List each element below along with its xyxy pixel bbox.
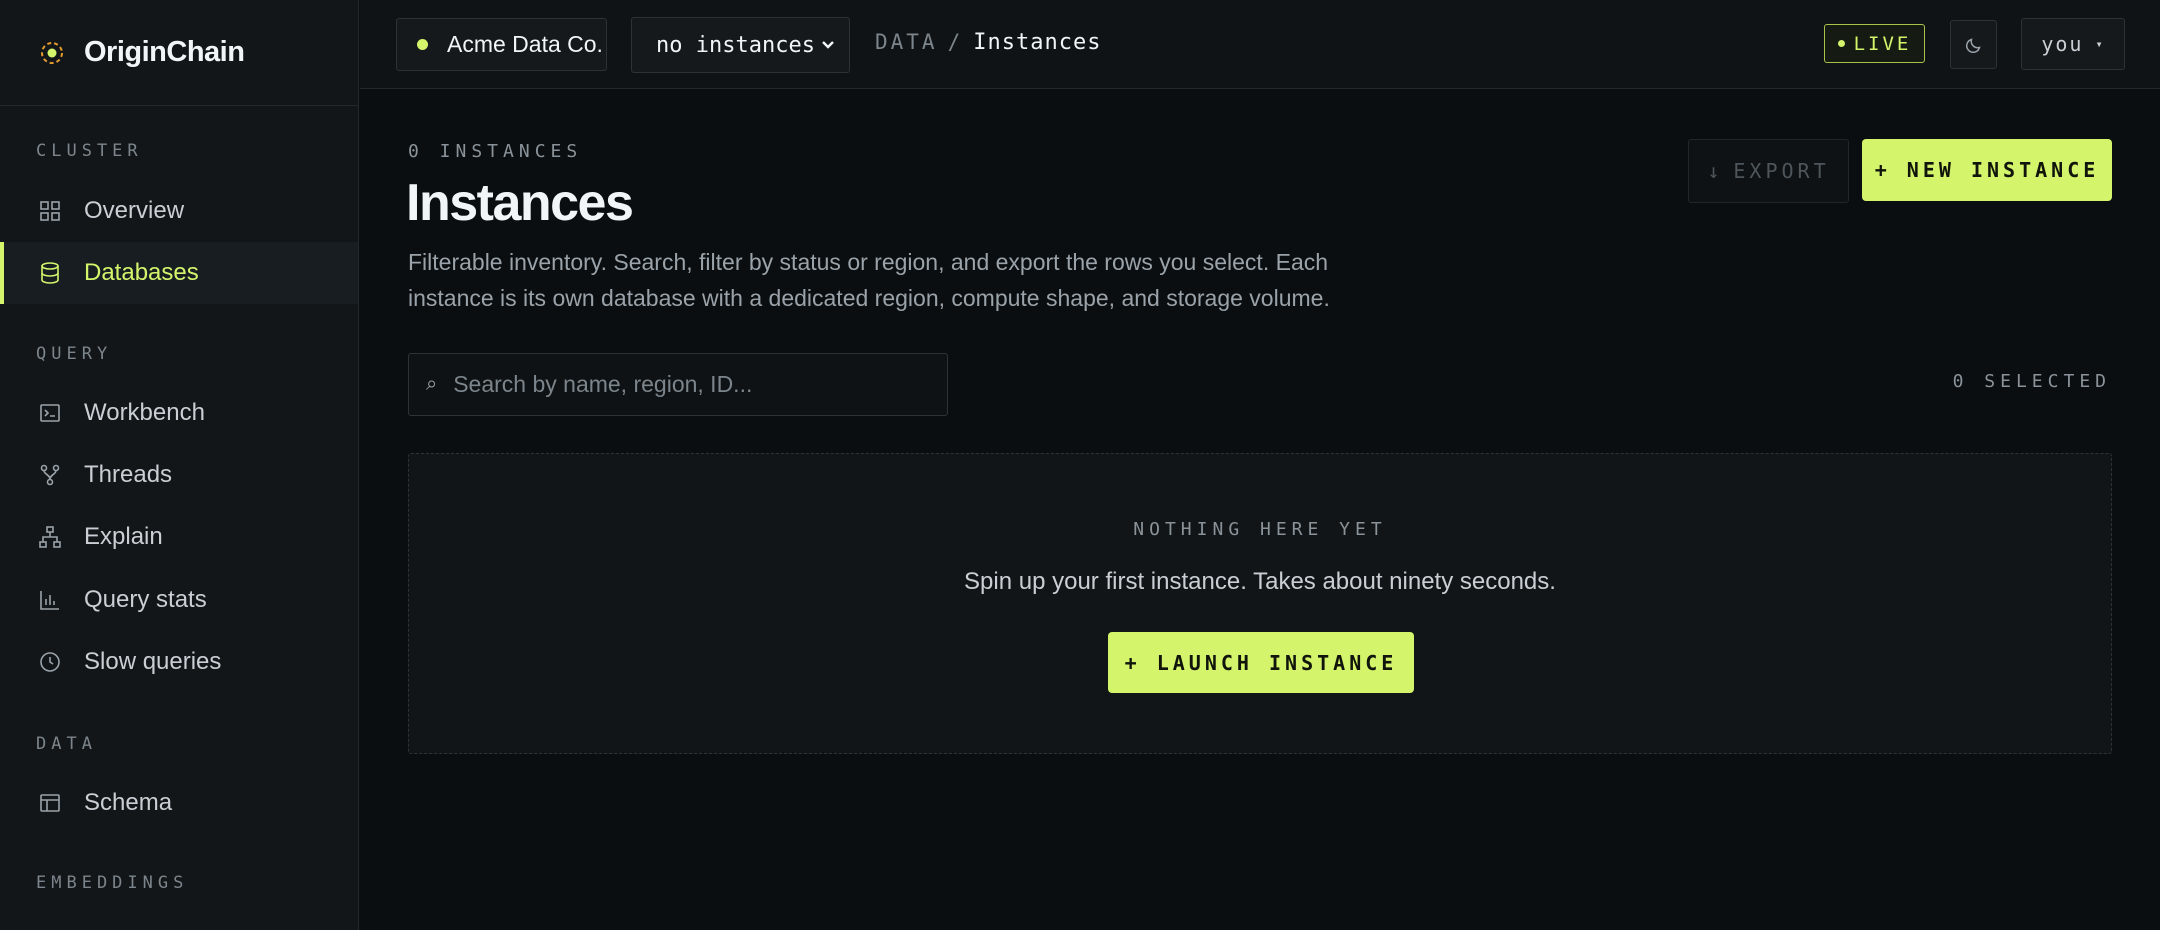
live-badge: LIVE <box>1824 24 1925 63</box>
org-switcher[interactable]: Acme Data Co. <box>396 18 607 71</box>
org-name: Acme Data Co. <box>447 31 603 57</box>
chevron-down-icon <box>822 41 834 49</box>
branch-icon <box>40 464 60 486</box>
user-label: you <box>2041 32 2084 56</box>
launch-instance-button[interactable]: + LAUNCH INSTANCE <box>1108 632 1414 693</box>
search-icon: ⌕ <box>426 373 438 395</box>
section-label-data: DATA <box>36 734 97 754</box>
sidebar-item-label: Threads <box>84 461 173 488</box>
empty-state-text: Spin up your first instance. Takes about… <box>964 568 1556 595</box>
live-dot <box>1837 40 1845 47</box>
instance-select-value: no instances <box>656 32 815 58</box>
clock-icon <box>40 652 60 672</box>
empty-state: NOTHING HERE YET Spin up your first inst… <box>408 453 2112 754</box>
database-icon <box>41 262 59 284</box>
sidebar-item-overview[interactable]: Overview <box>0 180 358 242</box>
sidebar-item-label: Overview <box>84 197 185 224</box>
terminal-icon <box>40 404 60 422</box>
breadcrumb-parent[interactable]: DATA <box>875 30 938 54</box>
sidebar-item-workbench[interactable]: Workbench <box>0 382 358 444</box>
sidebar-item-label: Explain <box>84 523 163 550</box>
sidebar-item-label: Workbench <box>84 399 205 426</box>
sidebar: OriginChain CLUSTER Overview Databases Q… <box>0 0 359 930</box>
export-button[interactable]: ↓ EXPORT <box>1688 139 1849 203</box>
brand-name: OriginChain <box>84 36 245 68</box>
breadcrumb-current: Instances <box>973 30 1102 55</box>
sidebar-item-label: Schema <box>84 789 173 816</box>
hierarchy-icon <box>39 526 61 548</box>
breadcrumb-separator: / <box>947 30 964 54</box>
page-description: Filterable inventory. Search, filter by … <box>408 249 1330 311</box>
brand[interactable]: OriginChain <box>0 0 358 106</box>
sidebar-item-label: Slow queries <box>84 648 222 675</box>
sidebar-item-query-stats[interactable]: Query stats <box>0 569 358 631</box>
selected-count: 0 SELECTED <box>1952 371 2111 392</box>
topbar: Acme Data Co. no instances DATA / Instance… <box>360 0 2160 89</box>
section-label-query: QUERY <box>36 344 113 364</box>
bar-chart-icon <box>40 591 59 610</box>
theme-toggle-button[interactable] <box>1950 20 1997 69</box>
sidebar-item-label: Databases <box>84 259 199 286</box>
page-title: Instances <box>406 174 634 232</box>
download-icon: ↓ <box>1707 159 1720 183</box>
sidebar-item-schema[interactable]: Schema <box>0 772 358 834</box>
breadcrumb: DATA / Instances <box>875 30 1101 55</box>
live-label: LIVE <box>1853 32 1912 55</box>
search-input[interactable] <box>453 371 934 398</box>
search-box[interactable]: ⌕ <box>408 353 948 416</box>
caret-down-icon: ▾ <box>2095 37 2105 51</box>
section-label-cluster: CLUSTER <box>36 141 143 161</box>
sidebar-item-threads[interactable]: Threads <box>0 444 358 506</box>
logo-icon <box>41 41 63 64</box>
sidebar-item-slow-queries[interactable]: Slow queries <box>0 631 358 693</box>
org-status-dot <box>417 39 428 50</box>
section-label-embeddings: EMBEDDINGS <box>36 873 189 893</box>
sidebar-item-databases[interactable]: Databases <box>0 242 358 304</box>
sidebar-item-label: Query stats <box>84 586 207 613</box>
table-icon <box>40 794 60 812</box>
moon-icon <box>1965 37 1981 53</box>
new-instance-button[interactable]: + NEW INSTANCE <box>1862 139 2112 201</box>
grid-icon <box>40 201 60 221</box>
instance-select[interactable]: no instances <box>631 17 850 73</box>
export-label: EXPORT <box>1733 159 1830 183</box>
empty-state-label: NOTHING HERE YET <box>1133 519 1387 540</box>
instance-count: 0 INSTANCES <box>408 141 583 162</box>
sidebar-item-explain[interactable]: Explain <box>0 506 358 568</box>
user-menu-button[interactable]: you ▾ <box>2021 18 2125 70</box>
